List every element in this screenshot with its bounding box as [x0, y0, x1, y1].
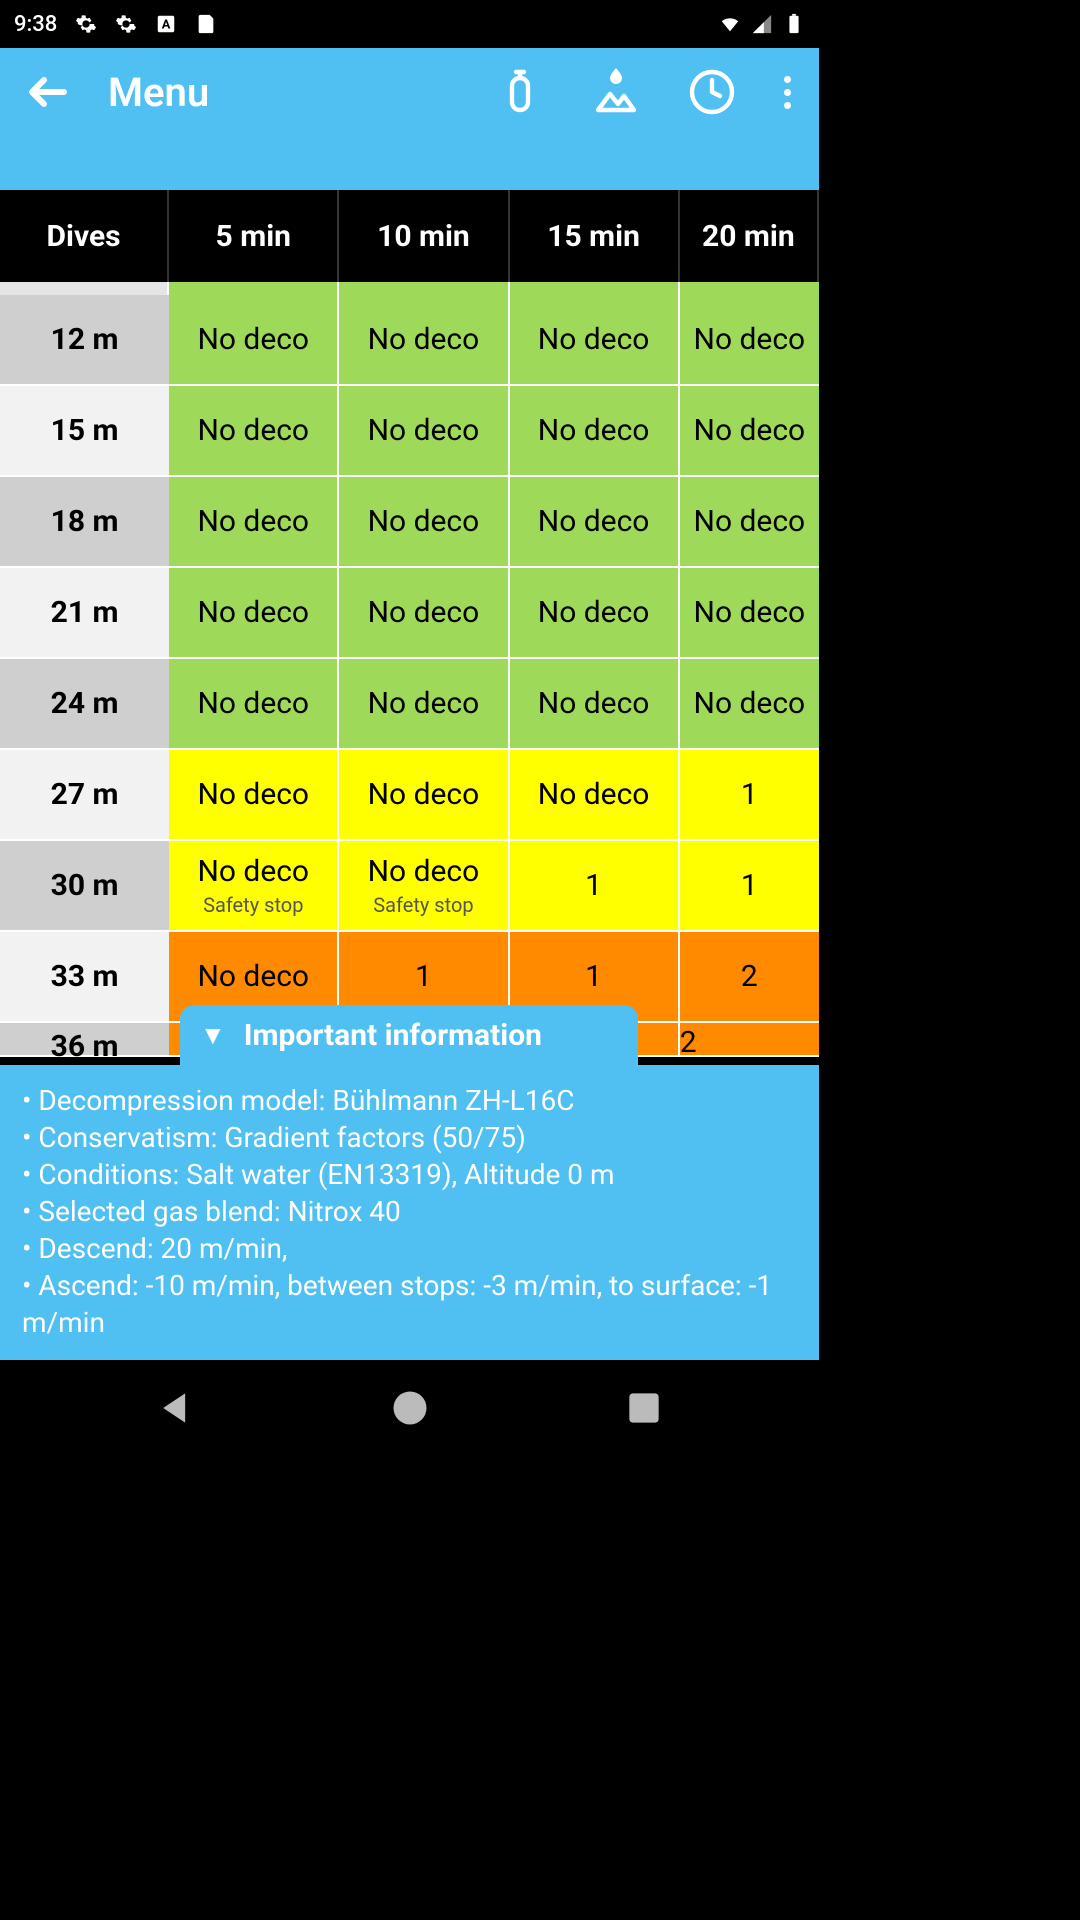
depth-cell: 24 m	[0, 659, 169, 750]
depth-cell: 33 m	[0, 932, 169, 1023]
collapse-arrow-icon: ▼	[200, 1020, 226, 1051]
value-cell[interactable]: No deco	[339, 659, 509, 750]
nav-recent-icon[interactable]	[622, 1386, 666, 1430]
value-cell[interactable]: No deco	[680, 659, 819, 750]
info-line: • Conditions: Salt water (EN13319), Alti…	[22, 1157, 797, 1194]
value-cell[interactable]: No deco	[680, 477, 819, 568]
table-row[interactable]: 12 mNo decoNo decoNo decoNo deco	[0, 295, 819, 386]
more-icon[interactable]	[784, 76, 791, 109]
value-cell[interactable]: No deco	[169, 477, 339, 568]
value-cell[interactable]: No deco	[680, 386, 819, 477]
nav-back-icon[interactable]	[154, 1386, 198, 1430]
value-cell[interactable]: No deco	[169, 659, 339, 750]
value-cell[interactable]: No deco	[510, 295, 680, 386]
depth-cell: 36 m	[0, 1023, 169, 1057]
value-cell[interactable]: No deco	[510, 386, 680, 477]
value-cell[interactable]: No deco	[510, 568, 680, 659]
table-row[interactable]: 15 mNo decoNo decoNo decoNo deco	[0, 386, 819, 477]
deco-table[interactable]: Dives 5 min 10 min 15 min 20 min 12 mNo …	[0, 190, 819, 1060]
header-col-3: 20 min	[680, 190, 819, 282]
depth-cell: 27 m	[0, 750, 169, 841]
nav-bar	[0, 1360, 819, 1456]
back-icon[interactable]	[24, 68, 72, 116]
depth-cell: 18 m	[0, 477, 169, 568]
svg-text:A: A	[162, 18, 171, 33]
table-row[interactable]: 24 mNo decoNo decoNo decoNo deco	[0, 659, 819, 750]
value-cell[interactable]: No decoSafety stop	[339, 841, 509, 932]
header-col-2: 15 min	[510, 190, 680, 282]
nav-home-icon[interactable]	[388, 1386, 432, 1430]
value-cell[interactable]: No deco	[169, 750, 339, 841]
depth-cell: 15 m	[0, 386, 169, 477]
value-cell[interactable]: 1	[510, 841, 680, 932]
value-cell[interactable]: 2	[680, 932, 819, 1023]
header-col-1: 10 min	[339, 190, 509, 282]
font-icon: A	[155, 13, 177, 35]
info-line: • Selected gas blend: Nitrox 40	[22, 1194, 797, 1231]
tank-icon[interactable]	[496, 68, 544, 116]
table-row[interactable]: 27 mNo decoNo decoNo deco1	[0, 750, 819, 841]
value-cell[interactable]: No deco	[339, 295, 509, 386]
wifi-icon	[719, 13, 741, 35]
value-cell[interactable]: No deco	[339, 750, 509, 841]
info-title: Important information	[244, 1018, 542, 1053]
table-header: Dives 5 min 10 min 15 min 20 min	[0, 190, 819, 282]
value-cell[interactable]: 1	[680, 750, 819, 841]
value-cell[interactable]: No deco	[510, 750, 680, 841]
value-cell[interactable]: No deco	[169, 568, 339, 659]
info-line: • Conservatism: Gradient factors (50/75)	[22, 1120, 797, 1157]
page-title: Menu	[108, 69, 209, 116]
gear-icon	[75, 13, 97, 35]
value-cell[interactable]: No deco	[510, 477, 680, 568]
table-row[interactable]: 21 mNo decoNo decoNo decoNo deco	[0, 568, 819, 659]
info-line: • Ascend: -10 m/min, between stops: -3 m…	[22, 1268, 797, 1342]
battery-icon	[783, 13, 805, 35]
table-row[interactable]: 30 mNo decoSafety stopNo decoSafety stop…	[0, 841, 819, 932]
mountain-drop-icon[interactable]	[592, 68, 640, 116]
clock-icon[interactable]	[688, 68, 736, 116]
value-cell[interactable]: No deco	[169, 295, 339, 386]
depth-cell: 21 m	[0, 568, 169, 659]
value-cell[interactable]: No deco	[339, 477, 509, 568]
header-dives: Dives	[0, 190, 169, 282]
value-cell[interactable]: No deco	[339, 386, 509, 477]
depth-cell: 12 m	[0, 295, 169, 386]
value-cell[interactable]: 1	[680, 841, 819, 932]
value-cell[interactable]: No deco	[339, 568, 509, 659]
info-body: • Decompression model: Bühlmann ZH-L16C•…	[0, 1065, 819, 1360]
info-panel: ▼ Important information • Decompression …	[0, 1065, 819, 1360]
info-line: • Decompression model: Bühlmann ZH-L16C	[22, 1083, 797, 1120]
value-cell[interactable]: No deco	[510, 659, 680, 750]
header-col-0: 5 min	[169, 190, 339, 282]
depth-cell: 30 m	[0, 841, 169, 932]
sd-card-icon	[195, 13, 217, 35]
gear-icon	[115, 13, 137, 35]
value-cell[interactable]: No deco	[169, 386, 339, 477]
info-toggle[interactable]: ▼ Important information	[180, 1005, 638, 1065]
value-cell[interactable]: No deco	[680, 568, 819, 659]
status-bar: 9:38 A	[0, 0, 819, 48]
app-bar: Menu	[0, 48, 819, 190]
value-cell[interactable]: No deco	[680, 295, 819, 386]
value-cell[interactable]: No decoSafety stop	[169, 841, 339, 932]
status-time: 9:38	[14, 12, 57, 37]
value-cell[interactable]: 2	[680, 1023, 819, 1057]
table-row[interactable]: 18 mNo decoNo decoNo decoNo deco	[0, 477, 819, 568]
signal-icon	[751, 13, 773, 35]
info-line: • Descend: 20 m/min,	[22, 1231, 797, 1268]
